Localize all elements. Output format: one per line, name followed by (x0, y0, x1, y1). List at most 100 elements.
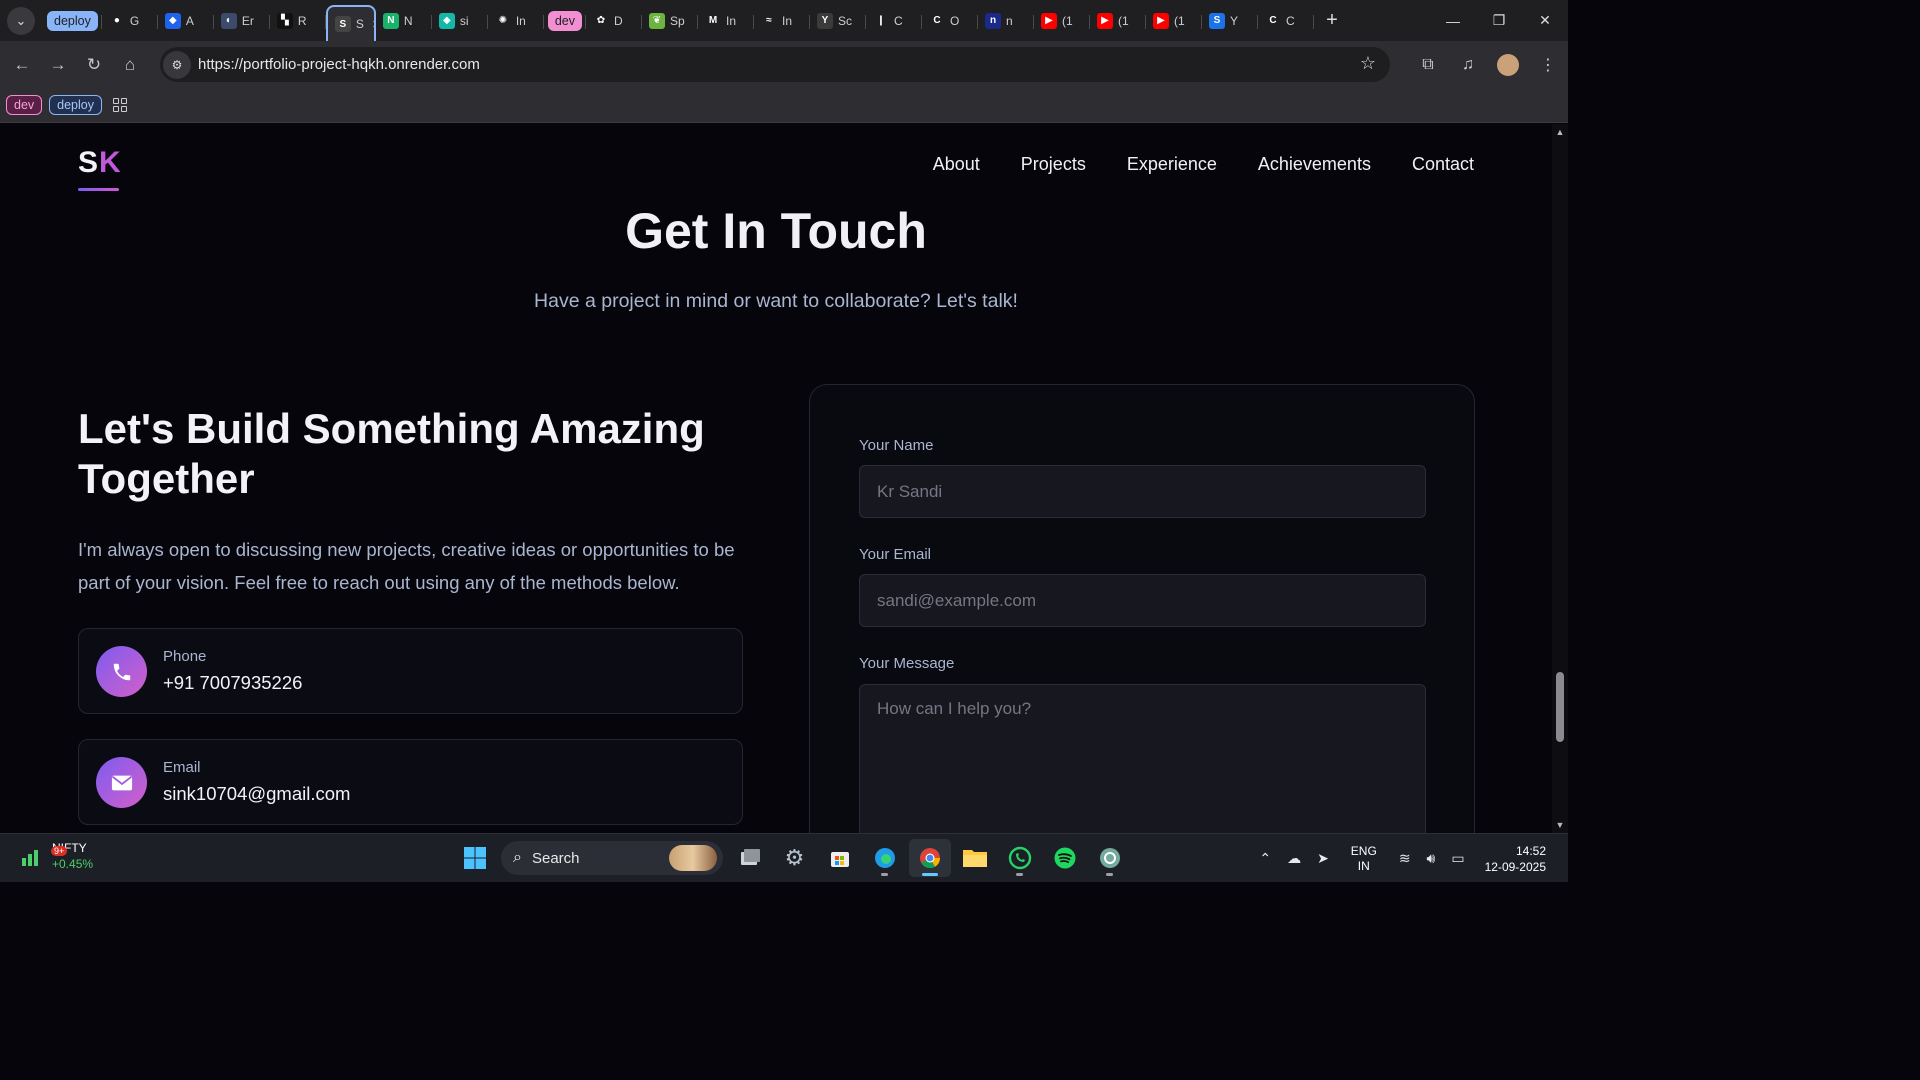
taskbar-search[interactable]: ⌕ Search (501, 841, 723, 875)
tab-title: O (950, 13, 960, 28)
tab[interactable]: M In (698, 6, 754, 36)
nav-projects[interactable]: Projects (1021, 154, 1086, 175)
tab[interactable]: ≈ In (754, 6, 810, 36)
email-value[interactable]: sink10704@gmail.com (163, 783, 350, 805)
reload-icon: ↻ (86, 54, 102, 74)
bookmark-group-dev[interactable]: dev (6, 95, 43, 115)
site-logo[interactable]: SK (78, 146, 122, 180)
reload-button[interactable]: ↻ (76, 47, 112, 83)
whatsapp-app[interactable] (999, 839, 1041, 877)
wifi-icon[interactable]: ≋ (1399, 850, 1411, 867)
email-input[interactable] (859, 574, 1426, 627)
home-button[interactable]: ⌂ (112, 47, 148, 83)
tab-title: G (129, 13, 140, 28)
location-icon[interactable]: ➤ (1317, 850, 1329, 867)
extensions-icon[interactable]: ⧉ (1408, 56, 1448, 74)
tab-title: (1 (1062, 13, 1073, 28)
media-controls-icon[interactable]: ♫ (1448, 56, 1488, 74)
tab[interactable]: CO (922, 6, 978, 36)
tab-group-dev[interactable]: dev (544, 6, 586, 36)
scrollbar-thumb[interactable] (1556, 672, 1564, 742)
address-bar[interactable]: ⚙ https://portfolio-project-hqkh.onrende… (160, 47, 1390, 82)
chevron-up-icon[interactable]: ⌃ (1259, 850, 1271, 867)
bookmark-star-icon[interactable]: ☆ (1360, 53, 1376, 74)
new-tab-button[interactable]: + (1318, 7, 1346, 35)
tab-search-button[interactable]: ⌄ (7, 6, 35, 35)
scroll-down-icon[interactable]: ▼ (1555, 820, 1565, 830)
tab[interactable]: ▶ (1 (1146, 6, 1202, 36)
settings-app[interactable]: ⚙ (774, 839, 816, 877)
tab[interactable]: ● G (102, 6, 158, 36)
logo-underline (78, 188, 119, 191)
tab[interactable]: ✺ In (488, 6, 544, 36)
tab-title: In (515, 13, 526, 28)
diamond-icon: ◆ (438, 12, 455, 29)
tab-title: S (355, 17, 364, 31)
nav-contact[interactable]: Contact (1412, 154, 1474, 175)
volume-icon[interactable]: 🔊︎ (1427, 850, 1436, 867)
search-icon: ⌕ (513, 849, 522, 866)
restore-button[interactable]: ❐ (1476, 0, 1522, 41)
tab-group-deploy[interactable]: deploy (43, 6, 102, 36)
tab[interactable]: ▶ (1 (1090, 6, 1146, 36)
battery-icon[interactable]: ▭ (1451, 850, 1464, 867)
phone-card[interactable]: Phone +91 7007935226 (78, 628, 743, 714)
minimize-button[interactable]: — (1430, 0, 1476, 41)
section-subtitle: Have a project in mind or want to collab… (534, 290, 1018, 312)
file-explorer-app[interactable] (954, 839, 996, 877)
profile-avatar[interactable] (1497, 53, 1519, 76)
store-app[interactable] (819, 839, 861, 877)
edge-app[interactable] (864, 839, 906, 877)
nav-experience[interactable]: Experience (1127, 154, 1217, 175)
phone-value[interactable]: +91 7007935226 (163, 672, 302, 694)
more-menu-icon[interactable]: ⋮ (1528, 55, 1568, 75)
tab-title: D (614, 13, 623, 28)
tab[interactable]: nn (978, 6, 1034, 36)
chrome-app[interactable] (908, 839, 951, 877)
tab-title: C (894, 13, 903, 28)
start-button[interactable] (454, 839, 496, 877)
render-icon: ▚ (276, 12, 293, 29)
tab[interactable]: ◆ si (432, 6, 488, 36)
task-view-button[interactable] (729, 839, 771, 877)
scroll-up-icon[interactable]: ▲ (1555, 127, 1565, 137)
clock-date: 12-09-2025 (1484, 859, 1546, 874)
tab[interactable]: Y Sc (810, 6, 866, 36)
tab[interactable]: ◐ Er (214, 6, 270, 36)
bookmark-group-deploy[interactable]: deploy (49, 95, 102, 115)
tab[interactable]: CC (1258, 6, 1314, 36)
nifty-widget[interactable]: 9+ NIFTY +0.45% (20, 840, 93, 872)
tab[interactable]: ▶ (1 (1034, 6, 1090, 36)
email-card[interactable]: Email sink10704@gmail.com (78, 739, 743, 825)
tab[interactable]: ❙ C (866, 6, 922, 36)
taskbar-apps: ⌕ Search ⚙ (452, 839, 1132, 877)
search-label: Search (531, 849, 580, 867)
forward-button[interactable]: → (40, 47, 76, 83)
tab[interactable]: ✿ D (586, 6, 642, 36)
name-input[interactable] (859, 465, 1426, 518)
page-scrollbar[interactable]: ▲ ▼ (1552, 124, 1568, 833)
tab-active[interactable]: SS✕ (325, 5, 376, 41)
message-textarea[interactable] (859, 684, 1426, 833)
tab[interactable]: ▚ R (270, 6, 326, 36)
close-window-button[interactable]: ✕ (1522, 0, 1568, 41)
site-info-icon[interactable]: ⚙ (163, 50, 191, 79)
tab[interactable]: NN (376, 6, 432, 36)
apps-grid-icon[interactable] (113, 98, 127, 112)
chevron-down-icon: ⌄ (15, 12, 27, 28)
tab[interactable]: ❦ Sp (642, 6, 698, 36)
tab[interactable]: ◆ A (158, 6, 214, 36)
nav-achievements[interactable]: Achievements (1258, 154, 1371, 175)
back-button[interactable]: ← (4, 47, 40, 83)
tab[interactable]: SY (1202, 6, 1258, 36)
url-text[interactable]: https://portfolio-project-hqkh.onrender.… (198, 56, 480, 73)
whatsapp-icon (1008, 846, 1031, 870)
chatgpt-app[interactable] (1089, 839, 1131, 877)
nav-about[interactable]: About (933, 154, 980, 175)
language-indicator[interactable]: ENG IN (1351, 844, 1377, 874)
tab-title: A (185, 13, 194, 28)
spotify-app[interactable] (1044, 839, 1086, 877)
cloud-icon[interactable]: ☁ (1287, 850, 1301, 867)
clock[interactable]: 14:52 12-09-2025 (1485, 843, 1546, 875)
naukri-icon: n (985, 12, 1001, 29)
